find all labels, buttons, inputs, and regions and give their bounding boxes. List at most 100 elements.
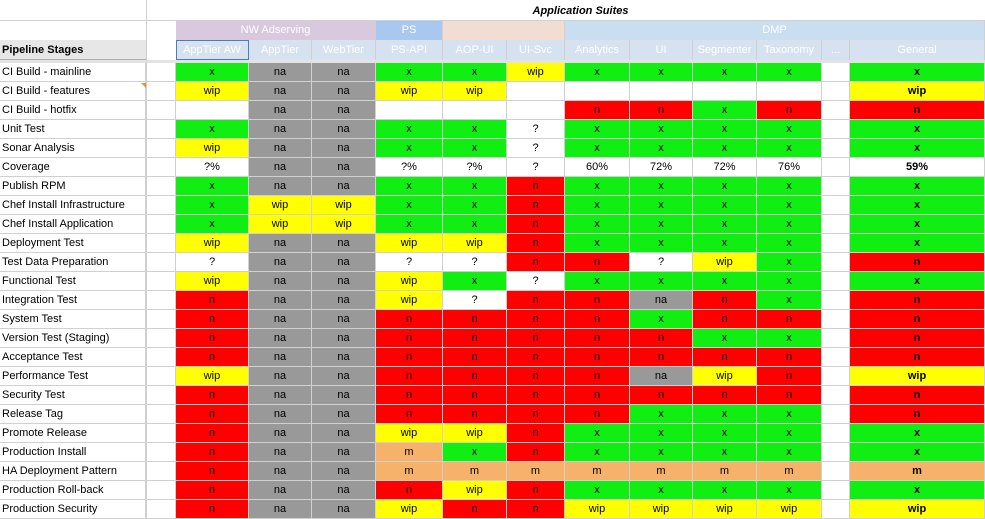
status-cell[interactable]: x	[757, 215, 822, 234]
status-cell[interactable]: wip	[376, 424, 443, 443]
spacer-cell[interactable]	[146, 405, 176, 424]
status-cell[interactable]: n	[850, 329, 985, 348]
status-cell[interactable]: x	[630, 215, 693, 234]
status-cell[interactable]: x	[850, 424, 985, 443]
status-cell[interactable]: x	[376, 177, 443, 196]
status-cell[interactable]: na	[312, 82, 376, 101]
status-cell[interactable]: x	[693, 481, 757, 500]
status-cell[interactable]: x	[850, 196, 985, 215]
spacer-cell[interactable]	[146, 272, 176, 291]
status-cell[interactable]: x	[630, 139, 693, 158]
stage-label[interactable]: Production Install	[0, 443, 146, 462]
status-cell[interactable]: wip	[693, 500, 757, 519]
stage-label[interactable]: Unit Test	[0, 120, 146, 139]
status-cell[interactable]	[822, 272, 850, 291]
status-cell[interactable]	[822, 139, 850, 158]
status-cell[interactable]: na	[312, 234, 376, 253]
status-cell[interactable]: n	[850, 253, 985, 272]
status-cell[interactable]: n	[443, 386, 507, 405]
status-cell[interactable]: x	[443, 215, 507, 234]
status-cell[interactable]	[822, 158, 850, 177]
status-cell[interactable]: x	[565, 234, 630, 253]
status-cell[interactable]: 72%	[630, 158, 693, 177]
status-cell[interactable]: na	[312, 500, 376, 519]
status-cell[interactable]: n	[443, 405, 507, 424]
status-cell[interactable]: x	[565, 63, 630, 82]
status-cell[interactable]: wip	[312, 215, 376, 234]
status-cell[interactable]: x	[850, 120, 985, 139]
status-cell[interactable]: ?	[507, 158, 565, 177]
status-cell[interactable]: x	[565, 443, 630, 462]
status-cell[interactable]: na	[312, 310, 376, 329]
status-cell[interactable]: x	[376, 120, 443, 139]
status-cell[interactable]	[822, 367, 850, 386]
status-cell[interactable]: x	[693, 405, 757, 424]
status-cell[interactable]	[507, 82, 565, 101]
status-cell[interactable]: x	[757, 120, 822, 139]
status-cell[interactable]: na	[312, 424, 376, 443]
status-cell[interactable]: n	[176, 462, 249, 481]
status-cell[interactable]: n	[757, 101, 822, 120]
status-cell[interactable]: x	[630, 63, 693, 82]
status-cell[interactable]: n	[376, 310, 443, 329]
status-cell[interactable]: x	[176, 196, 249, 215]
status-cell[interactable]: x	[443, 196, 507, 215]
status-cell[interactable]: x	[693, 215, 757, 234]
spacer-cell[interactable]	[146, 234, 176, 253]
status-cell[interactable]: x	[693, 177, 757, 196]
status-cell[interactable]: m	[757, 462, 822, 481]
status-cell[interactable]: n	[376, 367, 443, 386]
status-cell[interactable]	[507, 101, 565, 120]
status-cell[interactable]	[822, 500, 850, 519]
status-cell[interactable]	[376, 101, 443, 120]
status-cell[interactable]: n	[176, 443, 249, 462]
status-cell[interactable]: n	[176, 424, 249, 443]
status-cell[interactable]: x	[693, 234, 757, 253]
status-cell[interactable]: na	[249, 386, 312, 405]
status-cell[interactable]	[693, 82, 757, 101]
status-cell[interactable]: n	[176, 310, 249, 329]
status-cell[interactable]: wip	[176, 82, 249, 101]
status-cell[interactable]: n	[176, 291, 249, 310]
status-cell[interactable]: n	[507, 500, 565, 519]
stage-label[interactable]: Deployment Test	[0, 234, 146, 253]
status-cell[interactable]: na	[312, 158, 376, 177]
status-cell[interactable]: ?%	[176, 158, 249, 177]
status-cell[interactable]: na	[249, 101, 312, 120]
status-cell[interactable]: m	[630, 462, 693, 481]
status-cell[interactable]: x	[630, 272, 693, 291]
status-cell[interactable]: n	[850, 101, 985, 120]
status-cell[interactable]	[822, 405, 850, 424]
status-cell[interactable]: ?	[376, 253, 443, 272]
status-cell[interactable]: na	[312, 462, 376, 481]
status-cell[interactable]: n	[376, 386, 443, 405]
status-cell[interactable]: n	[176, 329, 249, 348]
status-cell[interactable]: x	[176, 63, 249, 82]
status-cell[interactable]: n	[565, 405, 630, 424]
status-cell[interactable]	[822, 196, 850, 215]
status-cell[interactable]: x	[443, 139, 507, 158]
spacer-cell[interactable]	[146, 443, 176, 462]
status-cell[interactable]: x	[565, 120, 630, 139]
spacer-cell[interactable]	[146, 348, 176, 367]
status-cell[interactable]: na	[249, 234, 312, 253]
status-cell[interactable]: x	[693, 329, 757, 348]
spacer-cell[interactable]	[146, 329, 176, 348]
status-cell[interactable]: n	[376, 329, 443, 348]
status-cell[interactable]: x	[630, 310, 693, 329]
status-cell[interactable]: 76%	[757, 158, 822, 177]
status-cell[interactable]: x	[630, 120, 693, 139]
status-cell[interactable]: n	[507, 215, 565, 234]
status-cell[interactable]: m	[693, 462, 757, 481]
status-cell[interactable]: x	[443, 63, 507, 82]
column-header-0[interactable]: AppTier AW	[176, 40, 249, 60]
status-cell[interactable]: x	[176, 120, 249, 139]
status-cell[interactable]: wip	[443, 424, 507, 443]
status-cell[interactable]: na	[312, 272, 376, 291]
status-cell[interactable]: x	[565, 424, 630, 443]
status-cell[interactable]: n	[443, 310, 507, 329]
status-cell[interactable]: n	[176, 405, 249, 424]
status-cell[interactable]: n	[376, 405, 443, 424]
status-cell[interactable]: x	[565, 272, 630, 291]
status-cell[interactable]: x	[850, 139, 985, 158]
